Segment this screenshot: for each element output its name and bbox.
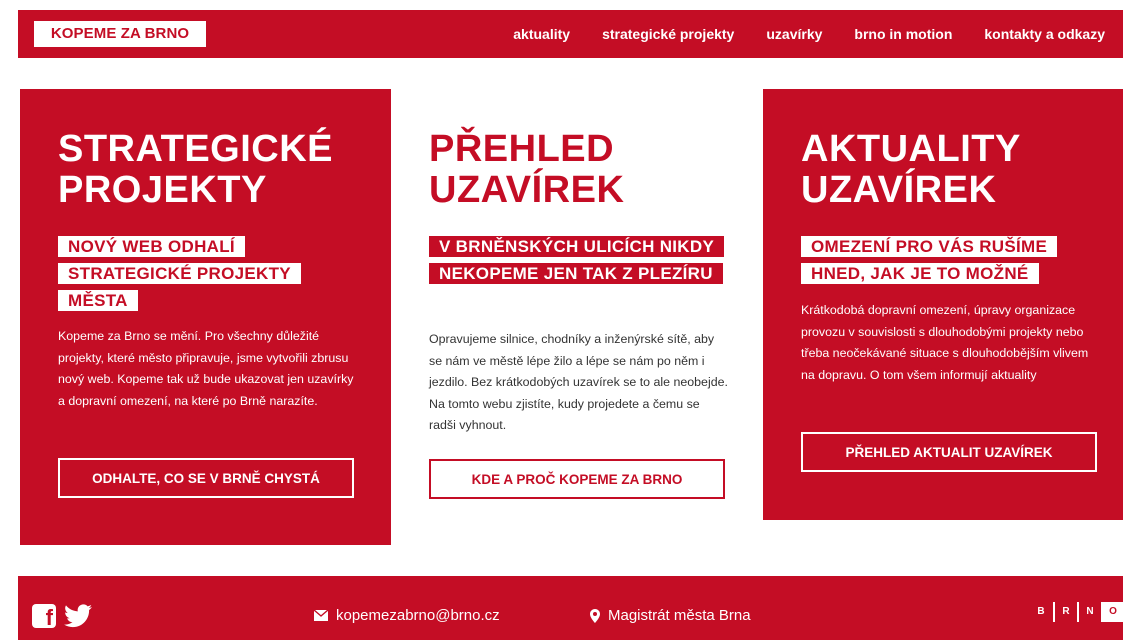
footer-address[interactable]: Magistrát města Brna [590, 607, 751, 624]
card-highlight-text: OMEZENÍ PRO VÁS RUŠÍME HNED, JAK JE TO M… [801, 236, 1058, 284]
card-title-line: PROJEKTY [58, 169, 267, 211]
card-title: STRATEGICKÉ PROJEKTY [58, 129, 333, 211]
twitter-icon[interactable] [64, 604, 92, 628]
social-links [32, 604, 92, 631]
card-closures-overview: PŘEHLED UZAVÍREK V BRNĚNSKÝCH ULICÍCH NI… [391, 89, 762, 545]
main-nav: aktuality strategické projekty uzavírky … [513, 10, 1105, 58]
card-strategic-projects: STRATEGICKÉ PROJEKTY NOVÝ WEB ODHALÍ STR… [20, 89, 391, 545]
card-highlight: V BRNĚNSKÝCH ULICÍCH NIKDY NEKOPEME JEN … [429, 233, 729, 287]
map-pin-icon [590, 608, 600, 623]
card-title: PŘEHLED UZAVÍREK [429, 129, 624, 211]
site-logo[interactable]: KOPEME ZA BRNO [34, 21, 206, 47]
nav-kontakty-a-odkazy[interactable]: kontakty a odkazy [984, 26, 1105, 42]
card-title-line: UZAVÍREK [429, 169, 625, 211]
envelope-icon [314, 610, 328, 621]
footer-email-text: kopemezabrno@brno.cz [336, 607, 500, 624]
reveal-projects-button[interactable]: ODHALTE, CO SE V BRNĚ CHYSTÁ [58, 458, 354, 498]
top-navigation-bar: KOPEME ZA BRNO aktuality strategické pro… [18, 10, 1123, 58]
why-we-dig-button[interactable]: KDE A PROČ KOPEME ZA BRNO [429, 459, 725, 499]
card-highlight-text: V BRNĚNSKÝCH ULICÍCH NIKDY NEKOPEME JEN … [429, 236, 725, 284]
footer: kopemezabrno@brno.cz Magistrát města Brn… [18, 576, 1123, 640]
brand-letter: R [1053, 602, 1077, 622]
card-highlight-text: NOVÝ WEB ODHALÍ STRATEGICKÉ PROJEKTY MĚS… [58, 236, 301, 311]
card-title-line: UZAVÍREK [801, 169, 997, 211]
card-title-line: STRATEGICKÉ [58, 128, 334, 170]
footer-email[interactable]: kopemezabrno@brno.cz [314, 607, 500, 624]
facebook-icon[interactable] [32, 604, 56, 631]
card-description: Krátkodobá dopravní omezení, úpravy orga… [801, 303, 1089, 382]
closure-news-button[interactable]: PŘEHLED AKTUALIT UZAVÍREK [801, 432, 1097, 472]
brno-brand-logo[interactable]: B R N O [1029, 602, 1123, 622]
footer-address-text: Magistrát města Brna [608, 607, 751, 624]
card-title: AKTUALITY UZAVÍREK [801, 129, 1021, 211]
card-title-line: PŘEHLED [429, 128, 615, 170]
brand-letter: O [1101, 602, 1123, 622]
card-highlight: NOVÝ WEB ODHALÍ STRATEGICKÉ PROJEKTY MĚS… [58, 233, 348, 314]
nav-uzavirky[interactable]: uzavírky [766, 26, 822, 42]
card-highlight: OMEZENÍ PRO VÁS RUŠÍME HNED, JAK JE TO M… [801, 233, 1091, 287]
nav-brno-in-motion[interactable]: brno in motion [854, 26, 952, 42]
card-title-line: AKTUALITY [801, 128, 1021, 170]
nav-strategicke-projekty[interactable]: strategické projekty [602, 26, 734, 42]
card-description: Kopeme za Brno se mění. Pro všechny důle… [58, 329, 354, 408]
nav-aktuality[interactable]: aktuality [513, 26, 570, 42]
card-closure-news: AKTUALITY UZAVÍREK OMEZENÍ PRO VÁS RUŠÍM… [763, 89, 1123, 520]
card-description: Opravujeme silnice, chodníky a inženýrsk… [429, 332, 728, 432]
brand-letter: N [1077, 602, 1101, 622]
brand-letter: B [1037, 606, 1045, 617]
